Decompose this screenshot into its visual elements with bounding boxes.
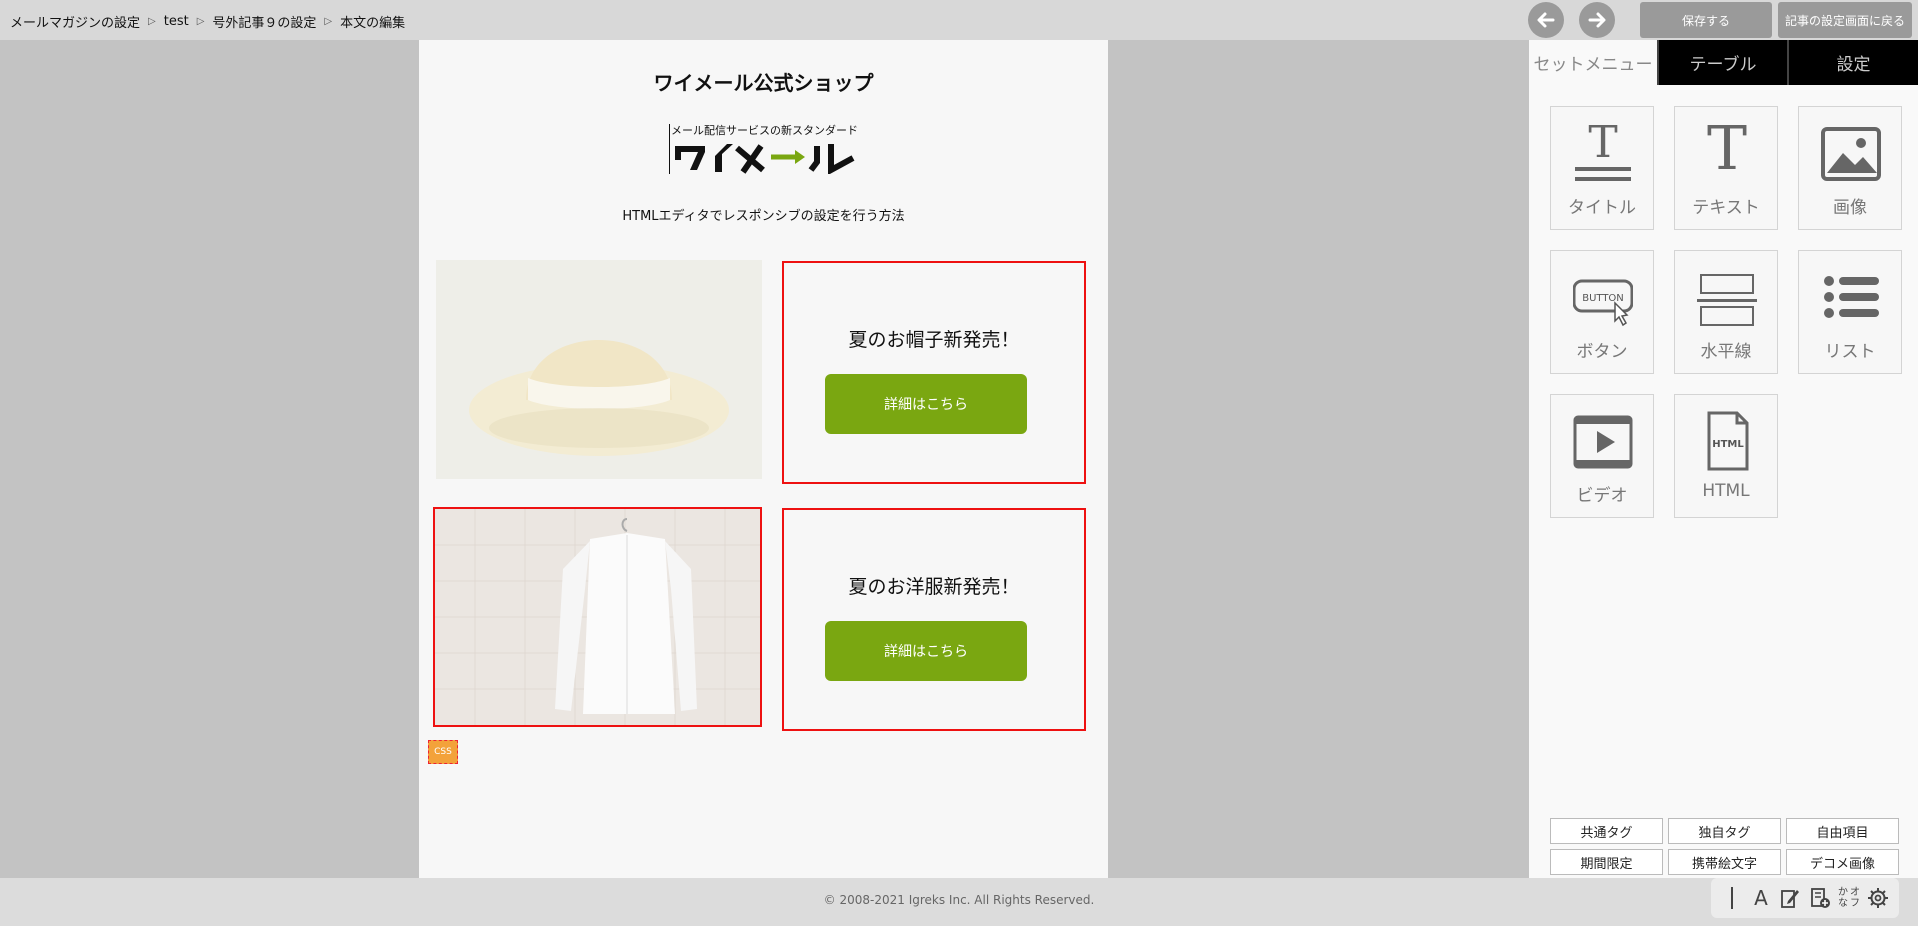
svg-text:T: T — [1707, 121, 1747, 184]
svg-text:BUTTON: BUTTON — [1582, 293, 1624, 304]
footer: © 2008-2021 Igreks Inc. All Rights Reser… — [0, 878, 1918, 926]
breadcrumb-separator-icon: ▷ — [148, 16, 156, 27]
breadcrumb-current: 本文の編集 — [340, 16, 406, 31]
add-page-icon[interactable] — [1808, 884, 1832, 912]
tool-horizontal-line[interactable]: 水平線 — [1674, 250, 1778, 374]
arrow-right-icon — [1588, 12, 1606, 28]
arrow-left-icon — [1537, 12, 1555, 28]
cursor-icon[interactable] — [1720, 884, 1744, 912]
brand-logo[interactable]: メール配信サービスの新スタンダード — [669, 122, 859, 178]
title-icon: T — [1575, 121, 1631, 181]
tool-video[interactable]: ビデオ — [1550, 394, 1654, 518]
breadcrumb-separator-icon: ▷ — [196, 16, 205, 27]
html-file-icon: HTML — [1707, 411, 1749, 471]
kana-toggle[interactable]: かな オフ — [1837, 884, 1861, 912]
redo-button[interactable] — [1579, 2, 1615, 38]
tab-settings[interactable]: 設定 — [1787, 40, 1918, 85]
top-bar: メールマガジンの設定 ▷ test ▷ 号外記事９の設定 ▷ 本文の編集 保存す… — [0, 0, 1918, 40]
kana-line: かな — [1837, 887, 1848, 909]
straw-hat-image — [436, 260, 762, 479]
tool-label: ボタン — [1576, 342, 1628, 362]
tool-label: 水平線 — [1700, 342, 1752, 362]
svg-text:HTML: HTML — [1712, 439, 1744, 450]
promo-heading: 夏のお帽子新発売！ — [848, 329, 1020, 351]
details-button[interactable]: 詳細はこちら — [825, 621, 1027, 681]
tab-table[interactable]: テーブル — [1657, 40, 1787, 85]
shop-title[interactable]: ワイメール公式ショップ — [419, 67, 1108, 96]
breadcrumb-item[interactable]: メールマガジンの設定 — [10, 12, 140, 31]
email-canvas[interactable]: ワイメール公式ショップ メール配信サービスの新スタンダード HTMLエディタでレ… — [419, 40, 1108, 878]
shirt-image[interactable] — [433, 507, 762, 727]
text-icon: T — [1707, 121, 1747, 184]
editor-mini-toolbar: A かな オフ — [1711, 878, 1899, 918]
logo-bar — [669, 124, 670, 174]
tool-label: タイトル — [1568, 198, 1636, 218]
button-icon: BUTTON — [1573, 279, 1633, 327]
font-icon[interactable]: A — [1749, 884, 1773, 912]
list-icon — [1824, 276, 1879, 318]
custom-tag-button[interactable]: 独自タグ — [1668, 818, 1781, 844]
limited-period-button[interactable]: 期間限定 — [1550, 849, 1663, 875]
panel-tabs: セットメニュー テーブル 設定 — [1529, 40, 1918, 85]
tool-text[interactable]: T テキスト — [1674, 106, 1778, 230]
white-shirt-image — [435, 509, 760, 725]
image-icon — [1821, 127, 1881, 181]
css-block-badge[interactable]: CSS — [428, 740, 458, 764]
breadcrumb-separator-icon: ▷ — [324, 16, 333, 27]
deco-image-button[interactable]: デコメ画像 — [1786, 849, 1899, 875]
mobile-emoji-button[interactable]: 携帯絵文字 — [1668, 849, 1781, 875]
free-field-button[interactable]: 自由項目 — [1786, 818, 1899, 844]
tool-label: リスト — [1824, 342, 1876, 362]
breadcrumb: メールマガジンの設定 ▷ test ▷ 号外記事９の設定 ▷ 本文の編集 — [10, 12, 405, 31]
video-icon — [1573, 415, 1633, 469]
promo-block-hat[interactable]: 夏のお帽子新発売！ 詳細はこちら — [782, 261, 1086, 484]
copyright-text: © 2008-2021 Igreks Inc. All Rights Reser… — [823, 893, 1095, 907]
tool-label: HTML — [1702, 481, 1750, 501]
undo-button[interactable] — [1528, 2, 1564, 38]
tab-set-menu[interactable]: セットメニュー — [1529, 40, 1657, 85]
kana-line: オフ — [1849, 887, 1860, 909]
tool-list[interactable]: リスト — [1798, 250, 1902, 374]
back-to-article-settings-button[interactable]: 記事の設定画面に戻る — [1778, 2, 1912, 38]
tool-button[interactable]: BUTTON ボタン — [1550, 250, 1654, 374]
hat-image[interactable] — [436, 260, 762, 479]
intro-text[interactable]: HTMLエディタでレスポンシブの設定を行う方法 — [419, 205, 1108, 224]
horizontal-line-icon — [1697, 274, 1757, 326]
breadcrumb-item[interactable]: test — [164, 14, 189, 29]
tool-label: ビデオ — [1576, 486, 1628, 506]
tool-label: 画像 — [1833, 198, 1867, 218]
tool-html[interactable]: HTML HTML — [1674, 394, 1778, 518]
common-tag-button[interactable]: 共通タグ — [1550, 818, 1663, 844]
tool-title[interactable]: T タイトル — [1550, 106, 1654, 230]
tool-panel: セットメニュー テーブル 設定 T タイトル T テキスト 画像 BUTTON — [1529, 40, 1918, 878]
gear-icon[interactable] — [1866, 884, 1890, 912]
save-button[interactable]: 保存する — [1640, 2, 1772, 38]
tool-image[interactable]: 画像 — [1798, 106, 1902, 230]
promo-block-shirt[interactable]: 夏のお洋服新発売！ 詳細はこちら — [782, 508, 1086, 731]
breadcrumb-item[interactable]: 号外記事９の設定 — [212, 12, 316, 31]
details-button[interactable]: 詳細はこちら — [825, 374, 1027, 434]
edit-document-icon[interactable] — [1778, 884, 1802, 912]
logo-wordmark-icon — [675, 144, 855, 174]
svg-text:T: T — [1588, 121, 1617, 168]
logo-tagline: メール配信サービスの新スタンダード — [671, 124, 858, 137]
tool-label: テキスト — [1692, 198, 1760, 218]
promo-heading: 夏のお洋服新発売！ — [848, 576, 1020, 598]
